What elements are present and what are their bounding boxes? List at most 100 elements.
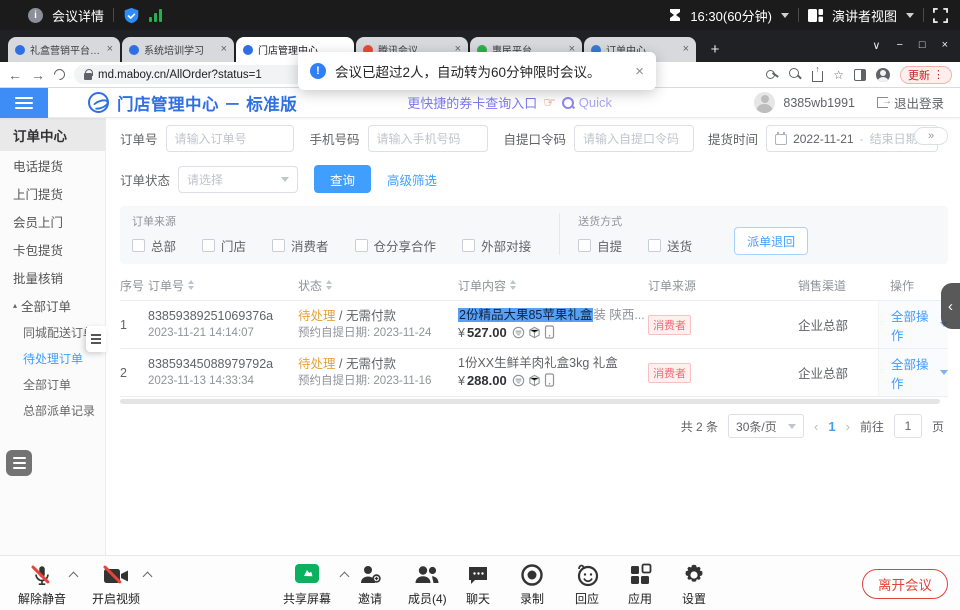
checkbox-consumer[interactable]: 消费者 (272, 236, 329, 255)
sidebar-subitem-all-orders[interactable]: 全部订单 (0, 371, 105, 397)
share-options-chevron[interactable] (340, 572, 350, 582)
checkbox-external[interactable]: 外部对接 (462, 236, 531, 255)
chat-button[interactable]: 聊天 (466, 563, 490, 607)
new-tab-button[interactable]: + (706, 41, 724, 58)
checkbox-warehouse-share[interactable]: 仓分享合作 (355, 236, 437, 255)
page-size-select[interactable]: 30条/页 (728, 414, 804, 438)
phone-input[interactable] (368, 125, 488, 152)
pickup-date-range-picker[interactable]: 2022-11-21 - 结束日期 (766, 125, 938, 152)
key-icon[interactable] (766, 68, 779, 81)
prev-page-icon[interactable]: ‹ (814, 419, 818, 434)
checkbox-delivery[interactable]: 送货 (648, 236, 692, 255)
share-screen-button[interactable]: 共享屏幕 (283, 563, 331, 607)
sort-icon[interactable] (510, 280, 516, 290)
timer-dropdown-icon[interactable] (781, 13, 789, 18)
coupon-icon[interactable] (512, 374, 525, 387)
bookmark-star-icon[interactable]: ☆ (833, 69, 844, 81)
reaction-button[interactable]: 回应 (574, 563, 600, 607)
sidebar-item-door-pickup[interactable]: 上门提货 (0, 179, 105, 207)
network-signal-icon[interactable] (149, 9, 162, 22)
video-options-chevron[interactable] (143, 572, 153, 582)
browser-tab-2[interactable]: 系统培训学习 × (122, 37, 234, 62)
invite-button[interactable]: 邀请 (358, 563, 382, 607)
meeting-details-button[interactable]: 会议详情 (52, 6, 104, 25)
sort-icon[interactable] (188, 280, 194, 290)
dispatch-return-button[interactable]: 派单退回 (734, 227, 808, 255)
record-button[interactable]: 录制 (520, 563, 544, 607)
profile-icon[interactable] (876, 68, 890, 82)
window-minimize-icon[interactable]: − (896, 39, 902, 51)
window-menu-icon[interactable]: ∨ (872, 39, 880, 52)
advanced-filter-link[interactable]: 高级筛选 (387, 170, 437, 189)
sidebar-subitem-hq-dispatch-log[interactable]: 总部派单记录 (0, 397, 105, 423)
settings-button[interactable]: 设置 (682, 563, 706, 607)
mobile-icon[interactable] (544, 373, 555, 387)
hamburger-menu-button[interactable] (0, 88, 48, 118)
table-horizontal-scrollbar[interactable] (120, 399, 940, 404)
pickup-code-input[interactable] (574, 125, 694, 152)
checkbox-icon[interactable] (355, 239, 368, 252)
reload-icon[interactable] (52, 67, 68, 83)
search-button[interactable]: 查询 (314, 165, 371, 193)
coupon-query-link[interactable]: 更快捷的券卡查询入口 (407, 93, 537, 112)
checkbox-icon[interactable] (578, 239, 591, 252)
row-actions-dropdown[interactable]: 全部操作 (878, 349, 948, 396)
window-restore-icon[interactable]: □ (919, 39, 926, 51)
sidebar-item-all-orders-group[interactable]: ▴ 全部订单 (0, 291, 105, 319)
checkbox-self-pickup[interactable]: 自提 (578, 236, 622, 255)
zoom-icon[interactable] (789, 68, 802, 81)
col-content[interactable]: 订单内容 (458, 277, 648, 294)
browser-tab-1[interactable]: 礼盒营销平台管理中心 × (8, 37, 120, 62)
checkbox-icon[interactable] (648, 239, 661, 252)
share-icon[interactable] (812, 71, 823, 82)
sidebar-item-phone-pickup[interactable]: 电话提货 (0, 151, 105, 179)
col-status[interactable]: 状态 (298, 277, 458, 294)
checkbox-icon[interactable] (272, 239, 285, 252)
toast-close-icon[interactable]: × (635, 63, 644, 80)
order-no-input[interactable] (166, 125, 294, 152)
mobile-icon[interactable] (544, 325, 555, 339)
sidebar-item-batch-writeoff[interactable]: 批量核销 (0, 263, 105, 291)
goto-page-input[interactable] (894, 414, 922, 438)
sort-icon[interactable] (326, 280, 332, 290)
members-button[interactable]: 成员(4) (408, 563, 447, 607)
logout-button[interactable]: 退出登录 (877, 93, 944, 112)
tab-close-icon[interactable]: × (683, 44, 689, 55)
meeting-info-icon[interactable]: i (28, 8, 43, 23)
floating-tool-button[interactable] (6, 450, 32, 476)
quick-search-icon[interactable] (562, 97, 573, 108)
mic-options-chevron[interactable] (69, 572, 79, 582)
checkbox-icon[interactable] (202, 239, 215, 252)
order-status-select[interactable]: 请选择 (178, 166, 298, 193)
sidebar-item-card-pickup[interactable]: 卡包提货 (0, 235, 105, 263)
sidebar-collapse-handle[interactable] (86, 326, 106, 352)
checkbox-hq[interactable]: 总部 (132, 236, 176, 255)
checkbox-store[interactable]: 门店 (202, 236, 246, 255)
current-page[interactable]: 1 (828, 419, 835, 434)
leave-meeting-button[interactable]: 离开会议 (862, 569, 948, 599)
window-close-icon[interactable]: × (942, 39, 948, 51)
apps-button[interactable]: 应用 (628, 563, 652, 607)
start-video-button[interactable]: 开启视频 (92, 563, 140, 607)
col-order-no[interactable]: 订单号 (148, 277, 298, 294)
side-panel-handle[interactable]: ‹ (941, 283, 960, 329)
fullscreen-icon[interactable] (933, 8, 948, 23)
package-icon[interactable] (528, 326, 541, 339)
split-view-icon[interactable] (854, 69, 866, 81)
security-shield-icon[interactable] (123, 7, 140, 24)
coupon-icon[interactable] (512, 326, 525, 339)
unmute-button[interactable]: 解除静音 (18, 563, 66, 607)
next-page-icon[interactable]: › (846, 419, 850, 434)
back-icon[interactable]: ← (8, 68, 22, 82)
tab-close-icon[interactable]: × (107, 44, 113, 55)
view-dropdown-icon[interactable] (906, 13, 914, 18)
tab-close-icon[interactable]: × (221, 44, 227, 55)
checkbox-icon[interactable] (462, 239, 475, 252)
user-avatar[interactable] (754, 92, 775, 113)
package-icon[interactable] (528, 374, 541, 387)
checkbox-icon[interactable] (132, 239, 145, 252)
quick-label[interactable]: Quick (579, 95, 612, 110)
filters-expand-button[interactable]: » (914, 127, 948, 145)
forward-icon[interactable]: → (31, 68, 45, 82)
sidebar-item-member-visit[interactable]: 会员上门 (0, 207, 105, 235)
